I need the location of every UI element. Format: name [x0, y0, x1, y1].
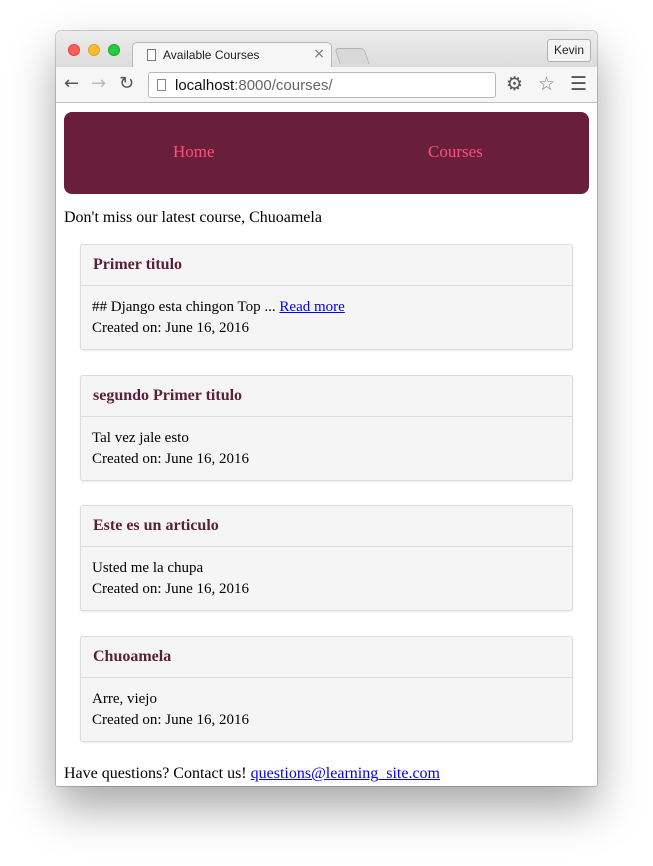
divider [81, 677, 572, 678]
menu-icon[interactable]: ☰ [570, 73, 587, 95]
course-body: ## Django esta chingon Top ... Read more… [92, 297, 345, 339]
course-created-date: Created on: June 16, 2016 [92, 712, 250, 728]
course-card: Chuoamela Arre, viejo Created on: June 1… [80, 636, 573, 742]
zoom-window-button[interactable] [108, 44, 120, 56]
course-description: Arre, viejo [92, 691, 157, 707]
tab-title: Available Courses [163, 48, 260, 62]
course-body: Arre, viejo Created on: June 16, 2016 [92, 689, 249, 731]
course-body: Tal vez jale esto Created on: June 16, 2… [92, 428, 249, 470]
course-description: ## Django esta chingon Top ... [92, 299, 280, 315]
course-title: Chuoamela [93, 648, 172, 665]
course-card: segundo Primer titulo Tal vez jale esto … [80, 375, 573, 481]
course-created-date: Created on: June 16, 2016 [92, 320, 250, 336]
page-icon [157, 79, 166, 91]
course-card: Primer titulo ## Django esta chingon Top… [80, 244, 573, 350]
reload-icon[interactable]: ↻ [119, 74, 134, 94]
nav-home-link[interactable]: Home [173, 142, 215, 162]
nav-courses-link[interactable]: Courses [428, 142, 483, 162]
gear-icon[interactable]: ⚙ [506, 73, 523, 95]
course-title: segundo Primer titulo [93, 387, 243, 404]
minimize-window-button[interactable] [88, 44, 100, 56]
divider [81, 546, 572, 547]
course-description: Tal vez jale esto [92, 430, 189, 446]
read-more-link[interactable]: Read more [279, 299, 344, 315]
back-icon[interactable]: ← [64, 74, 79, 94]
forward-icon[interactable]: → [91, 74, 106, 94]
course-description: Usted me la chupa [92, 560, 204, 576]
url-text: localhost:8000/courses/ [175, 77, 333, 94]
address-bar[interactable]: localhost:8000/courses/ [148, 72, 496, 98]
browser-toolbar: ← → ↻ localhost:8000/courses/ ⚙ ☆ ☰ [56, 67, 597, 103]
divider [81, 416, 572, 417]
star-icon[interactable]: ☆ [538, 73, 555, 95]
course-created-date: Created on: June 16, 2016 [92, 581, 250, 597]
course-body: Usted me la chupa Created on: June 16, 2… [92, 558, 249, 600]
course-created-date: Created on: June 16, 2016 [92, 451, 250, 467]
title-bar: Available Courses × Kevin [56, 31, 597, 68]
latest-course-message: Don't miss our latest course, Chuoamela [64, 209, 322, 226]
contact-email-link[interactable]: questions@learning_site.com [251, 765, 440, 782]
site-nav: Home Courses [64, 112, 589, 194]
browser-tab[interactable]: Available Courses × [132, 42, 332, 68]
close-window-button[interactable] [68, 44, 80, 56]
contact-footer: Have questions? Contact us! questions@le… [64, 765, 440, 783]
course-title: Este es un articulo [93, 517, 219, 534]
page-content: Home Courses Don't miss our latest cours… [56, 103, 597, 786]
page-icon [147, 49, 156, 61]
divider [81, 285, 572, 286]
close-tab-icon[interactable]: × [313, 46, 325, 62]
new-tab-button[interactable] [334, 48, 370, 64]
course-card: Este es un articulo Usted me la chupa Cr… [80, 505, 573, 611]
profile-button[interactable]: Kevin [547, 39, 591, 62]
footer-text: Have questions? Contact us! [64, 765, 251, 782]
browser-window: Available Courses × Kevin ← → ↻ localhos… [56, 31, 597, 786]
course-title: Primer titulo [93, 256, 183, 273]
